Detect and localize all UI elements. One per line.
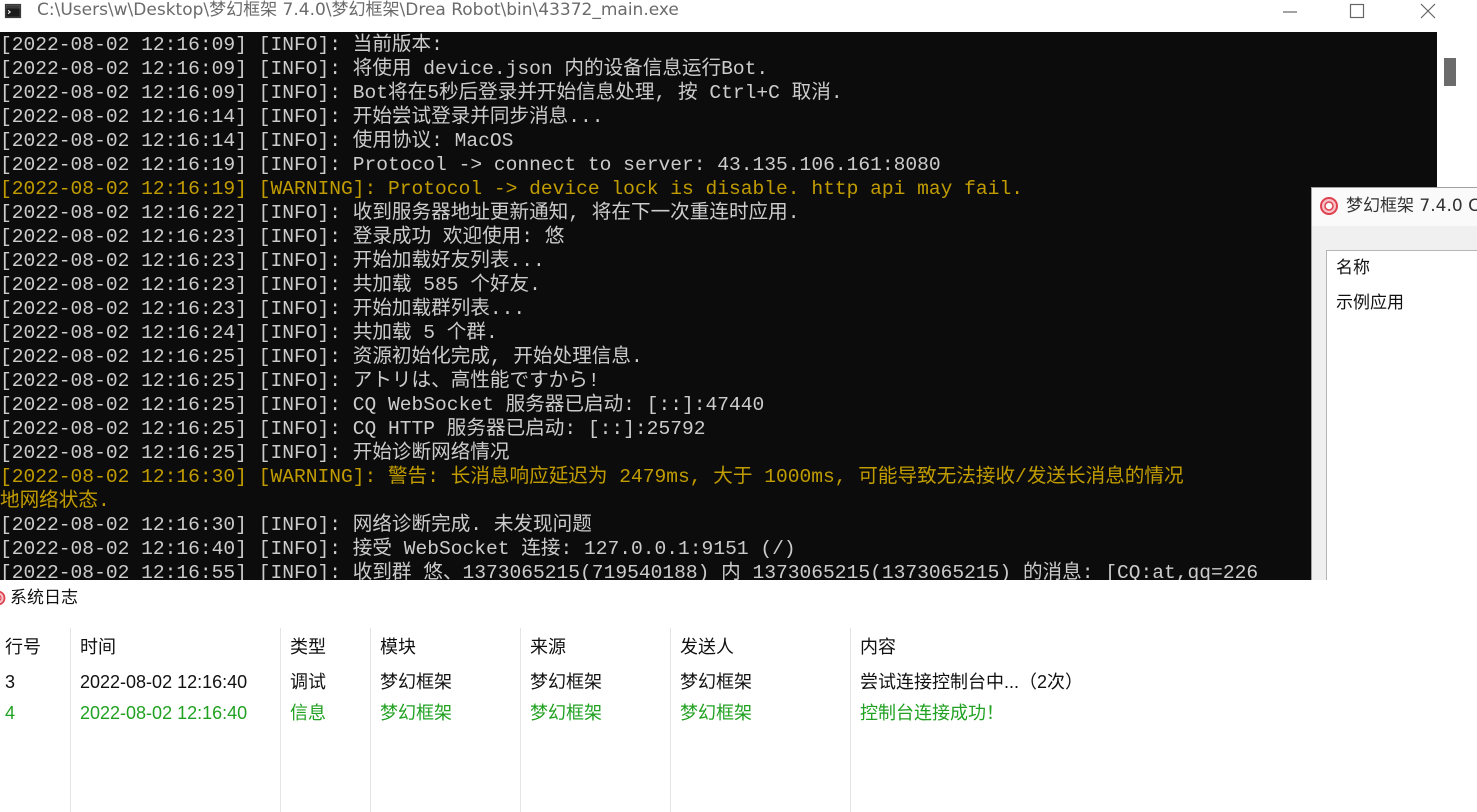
console-line: [2022-08-02 12:16:25] [INFO]: 开始诊断网络情况: [0, 442, 510, 464]
console-line: [2022-08-02 12:16:23] [INFO]: 开始加载群列表...: [0, 298, 526, 320]
minimize-icon: [1283, 11, 1297, 13]
plugin-list[interactable]: 名称 示例应用: [1326, 250, 1477, 580]
close-button[interactable]: [1393, 0, 1463, 22]
console-line: [2022-08-02 12:16:22] [INFO]: 收到服务器地址更新通…: [0, 202, 800, 224]
maximize-icon: [1349, 3, 1365, 19]
console-line: [2022-08-02 12:16:25] [INFO]: 资源初始化完成, 开…: [0, 346, 643, 368]
cell-source: 梦幻框架: [530, 672, 602, 692]
plugin-list-item[interactable]: 示例应用: [1336, 293, 1404, 313]
console-warning-line: [2022-08-02 12:16:19] [WARNING]: Protoco…: [0, 178, 1023, 200]
console-line: [2022-08-02 12:16:09] [INFO]: 将使用 device…: [0, 58, 769, 80]
console-warning-line: [2022-08-02 12:16:30] [WARNING]: 警告: 长消息…: [0, 466, 1184, 488]
cell-source: 梦幻框架: [530, 703, 602, 723]
system-log-panel: 系统日志 行号 时间 类型 模块 来源 发送人 内容 3 2022-08-02 …: [0, 580, 1477, 812]
console-window: C:\Users\w\Desktop\梦幻框架 7.4.0\梦幻框架\Drea …: [0, 0, 1477, 580]
plugin-list-header-name[interactable]: 名称: [1336, 258, 1370, 278]
minimize-button[interactable]: [1255, 0, 1325, 22]
cell-module: 梦幻框架: [380, 672, 452, 692]
close-icon: [1420, 3, 1436, 19]
console-line: [2022-08-02 12:16:25] [INFO]: アトリは、高性能です…: [0, 370, 600, 392]
console-output[interactable]: [2022-08-02 12:16:09] [INFO]: 当前版本: [202…: [0, 32, 1437, 580]
cell-time: 2022-08-02 12:16:40: [80, 672, 248, 692]
cell-sender: 梦幻框架: [680, 703, 752, 723]
cell-sender: 梦幻框架: [680, 672, 752, 692]
column-header-module[interactable]: 模块: [370, 632, 520, 662]
cell-line-no: 4: [5, 703, 16, 723]
console-line: [2022-08-02 12:16:30] [INFO]: 网络诊断完成. 未发…: [0, 514, 592, 536]
console-line: [2022-08-02 12:16:40] [INFO]: 接受 WebSock…: [0, 538, 796, 560]
dream-frame-logo-icon: [1319, 196, 1339, 216]
console-line: [2022-08-02 12:16:55] [INFO]: 收到群 悠、1373…: [0, 562, 1259, 580]
cell-type: 信息: [290, 703, 326, 723]
cell-module: 梦幻框架: [380, 703, 452, 723]
console-line: [2022-08-02 12:16:24] [INFO]: 共加载 5 个群.: [0, 322, 498, 344]
console-line: [2022-08-02 12:16:23] [INFO]: 开始加载好友列表..…: [0, 250, 545, 272]
console-line: [2022-08-02 12:16:23] [INFO]: 登录成功 欢迎使用:…: [0, 226, 565, 248]
console-line: [2022-08-02 12:16:14] [INFO]: 开始尝试登录并同步消…: [0, 106, 604, 128]
cell-content: 尝试连接控制台中...（2次）: [860, 672, 1084, 692]
column-header-content[interactable]: 内容: [850, 632, 1477, 662]
column-header-time[interactable]: 时间: [70, 632, 280, 662]
column-header-source[interactable]: 来源: [520, 632, 670, 662]
column-header-type[interactable]: 类型: [280, 632, 370, 662]
console-app-icon: [4, 2, 22, 20]
console-line: [2022-08-02 12:16:23] [INFO]: 共加载 585 个好…: [0, 274, 541, 296]
plugin-window-title: 梦幻框架 7.4.0 C: [1346, 196, 1477, 216]
console-title-bar[interactable]: C:\Users\w\Desktop\梦幻框架 7.4.0\梦幻框架\Drea …: [0, 0, 1477, 32]
table-row[interactable]: 4 2022-08-02 12:16:40 信息 梦幻框架 梦幻框架 梦幻框架 …: [0, 698, 1477, 728]
window-title: C:\Users\w\Desktop\梦幻框架 7.4.0\梦幻框架\Drea …: [37, 0, 679, 20]
plugin-window-title-bar[interactable]: 梦幻框架 7.4.0 C: [1312, 188, 1477, 226]
scrollbar-thumb[interactable]: [1444, 58, 1456, 86]
console-warning-line: 地网络状态.: [0, 490, 110, 512]
cell-content: 控制台连接成功！: [860, 703, 1004, 723]
log-table-header: 行号 时间 类型 模块 来源 发送人 内容: [0, 632, 1477, 662]
console-line: [2022-08-02 12:16:19] [INFO]: Protocol -…: [0, 154, 941, 176]
console-line: [2022-08-02 12:16:09] [INFO]: Bot将在5秒后登录…: [0, 82, 843, 104]
plugin-manager-window: 梦幻框架 7.4.0 C 名称 示例应用: [1311, 187, 1477, 580]
dream-frame-logo-icon: [0, 590, 6, 606]
console-line: [2022-08-02 12:16:25] [INFO]: CQ HTTP 服务…: [0, 418, 706, 440]
console-line: [2022-08-02 12:16:25] [INFO]: CQ WebSock…: [0, 394, 765, 416]
cell-line-no: 3: [5, 672, 16, 692]
maximize-button[interactable]: [1322, 0, 1392, 22]
column-header-sender[interactable]: 发送人: [670, 632, 850, 662]
system-log-title: 系统日志: [10, 588, 78, 608]
cell-time: 2022-08-02 12:16:40: [80, 703, 248, 723]
console-line: [2022-08-02 12:16:09] [INFO]: 当前版本:: [0, 34, 443, 56]
console-line: [2022-08-02 12:16:14] [INFO]: 使用协议: MacO…: [0, 130, 514, 152]
column-header-line-no[interactable]: 行号: [0, 632, 70, 662]
cell-type: 调试: [290, 672, 326, 692]
table-row[interactable]: 3 2022-08-02 12:16:40 调试 梦幻框架 梦幻框架 梦幻框架 …: [0, 667, 1477, 697]
